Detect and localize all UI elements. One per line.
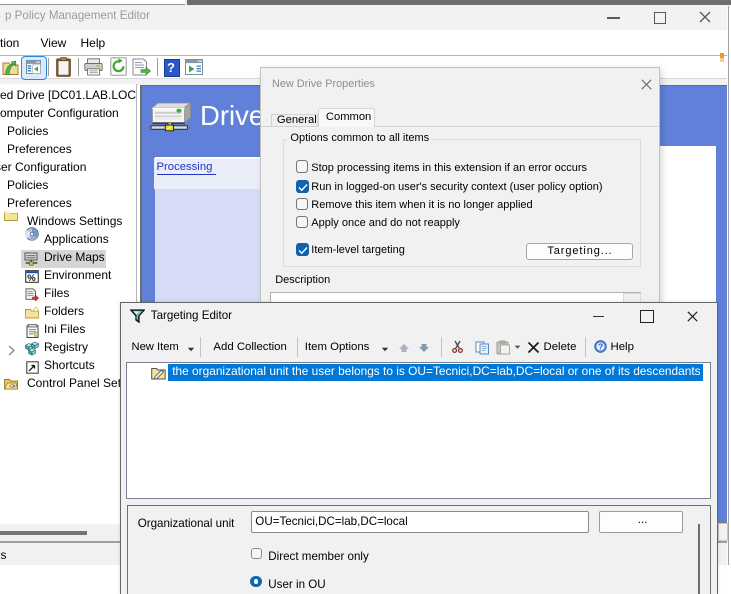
svg-text:%: %	[27, 273, 36, 283]
svg-text:?: ?	[598, 342, 603, 352]
